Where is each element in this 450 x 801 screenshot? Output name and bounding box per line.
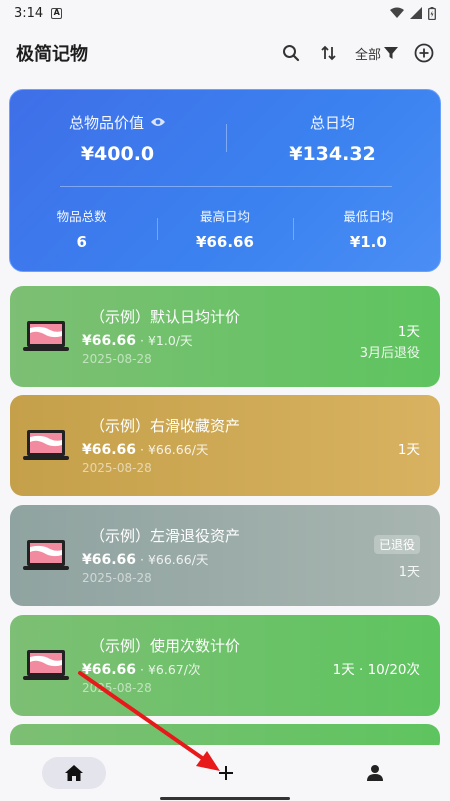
app-actions: 全部 xyxy=(279,41,436,65)
retired-badge: 已退役 xyxy=(373,535,420,554)
status-time: 3:14 xyxy=(14,5,44,21)
nav-home-button[interactable] xyxy=(42,757,106,789)
item-price-row: ¥66.66 · ¥6.67/次 xyxy=(82,659,200,678)
item-price: ¥66.66 xyxy=(82,333,137,349)
item-title: （示例）使用次数计价 xyxy=(90,637,241,655)
bottom-nav xyxy=(0,745,450,801)
item-price-row: ¥66.66 · ¥1.0/天 xyxy=(82,330,193,349)
count-block: 物品总数 6 xyxy=(10,198,153,258)
notification-a-icon: A xyxy=(51,7,63,19)
item-price: ¥66.66 xyxy=(82,442,137,458)
signal-icon xyxy=(410,7,422,19)
item-card[interactable]: （示例）右滑收藏资产 ¥66.66 · ¥66.66/天 2025-08-28 … xyxy=(10,395,440,496)
sort-button[interactable] xyxy=(317,41,341,65)
item-date: 2025-08-28 xyxy=(82,461,152,475)
item-date: 2025-08-28 xyxy=(82,681,152,695)
summary-top: 总物品价值 ¥400.0 总日均 ¥134.32 xyxy=(10,90,440,186)
total-value-label-row: 总物品价值 xyxy=(69,112,166,133)
item-date: 2025-08-28 xyxy=(82,352,152,366)
total-daily-block: 总日均 ¥134.32 xyxy=(225,90,440,186)
laptop-icon xyxy=(23,321,69,351)
item-card[interactable]: （示例）默认日均计价 ¥66.66 · ¥1.0/天 2025-08-28 1天… xyxy=(10,286,440,387)
item-title: （示例）右滑收藏资产 xyxy=(90,417,241,435)
count-value: 6 xyxy=(76,232,87,251)
total-daily: ¥134.32 xyxy=(289,142,376,165)
summary-card: 总物品价值 ¥400.0 总日均 ¥134.32 物品总数 6 最高日均 ¥66… xyxy=(9,89,441,272)
item-duration: 1天 xyxy=(398,565,420,580)
total-value-label: 总物品价值 xyxy=(68,113,144,132)
battery-icon xyxy=(428,6,436,20)
item-price: ¥66.66 xyxy=(82,552,137,568)
status-right xyxy=(390,6,436,20)
max-daily-label: 最高日均 xyxy=(199,208,250,224)
filter-button[interactable]: 全部 xyxy=(355,44,398,63)
item-daily: · ¥66.66/天 xyxy=(136,552,209,567)
total-daily-label: 总日均 xyxy=(309,113,355,132)
item-duration: 1天 xyxy=(397,324,420,340)
search-icon xyxy=(282,45,300,62)
gesture-bar xyxy=(160,797,290,800)
min-daily-block: 最低日均 ¥1.0 xyxy=(297,198,440,258)
laptop-icon xyxy=(23,430,69,460)
count-label: 物品总数 xyxy=(56,208,107,224)
max-daily-value: ¥66.66 xyxy=(196,232,254,251)
status-bar: 3:14 A xyxy=(0,0,450,26)
item-retire-info: 3月后退役 xyxy=(359,346,420,361)
item-card[interactable]: （示例）使用次数计价 ¥66.66 · ¥6.67/次 2025-08-28 1… xyxy=(10,615,440,716)
item-date: 2025-08-28 xyxy=(82,571,152,585)
item-title: （示例）默认日均计价 xyxy=(90,308,241,326)
laptop-icon xyxy=(23,650,69,680)
app-bar: 极简记物 全部 xyxy=(0,30,450,76)
item-card[interactable]: （示例）左滑退役资产 ¥66.66 · ¥66.66/天 2025-08-28 … xyxy=(10,505,440,606)
nav-profile-button[interactable] xyxy=(362,760,388,786)
item-price-row: ¥66.66 · ¥66.66/天 xyxy=(82,549,208,568)
summary-divider-horizontal xyxy=(60,186,392,187)
item-title: （示例）左滑退役资产 xyxy=(90,527,241,545)
item-price-row: ¥66.66 · ¥66.66/天 xyxy=(82,439,208,458)
total-value: ¥400.0 xyxy=(80,142,155,165)
wifi-icon xyxy=(390,7,404,18)
add-circle-icon xyxy=(414,43,434,63)
person-icon xyxy=(367,765,383,781)
max-daily-block: 最高日均 ¥66.66 xyxy=(153,198,296,258)
summary-divider xyxy=(226,124,227,152)
filter-label: 全部 xyxy=(354,47,381,63)
item-daily: · ¥1.0/天 xyxy=(136,333,193,348)
min-daily-label: 最低日均 xyxy=(343,208,394,224)
laptop-icon xyxy=(23,540,69,570)
filter-icon xyxy=(384,47,398,59)
home-icon xyxy=(65,765,83,781)
min-daily-value: ¥1.0 xyxy=(349,232,387,251)
plus-icon xyxy=(219,766,233,780)
eye-icon[interactable] xyxy=(150,116,166,128)
item-duration: 1天 xyxy=(397,442,420,458)
search-button[interactable] xyxy=(279,41,303,65)
item-daily: · ¥66.66/天 xyxy=(136,442,209,457)
nav-add-button[interactable] xyxy=(213,760,239,786)
total-value-block: 总物品价值 ¥400.0 xyxy=(10,90,225,186)
item-price: ¥66.66 xyxy=(82,662,137,678)
sort-icon xyxy=(321,45,336,61)
app-title: 极简记物 xyxy=(16,44,88,65)
item-duration: 1天 · 10/20次 xyxy=(332,662,420,678)
item-daily: · ¥6.67/次 xyxy=(136,662,201,677)
summary-bottom: 物品总数 6 最高日均 ¥66.66 最低日均 ¥1.0 xyxy=(10,198,440,258)
add-item-button[interactable] xyxy=(412,41,436,65)
